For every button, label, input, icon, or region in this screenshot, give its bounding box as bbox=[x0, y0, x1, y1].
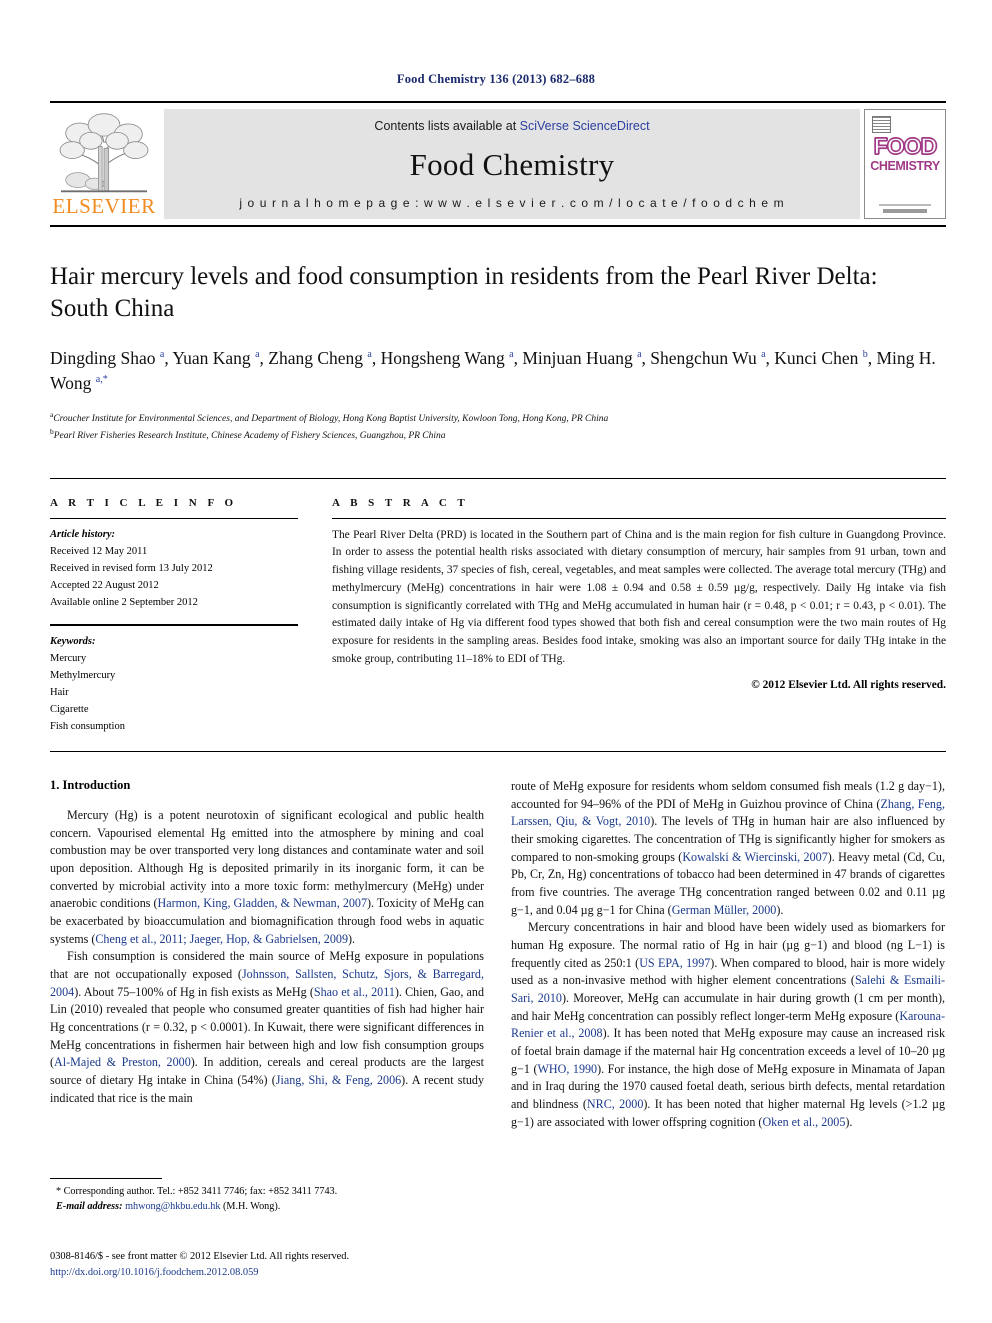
email-label: E-mail address: bbox=[56, 1201, 123, 1213]
running-head: Food Chemistry 136 (2013) 682–688 bbox=[396, 72, 596, 86]
info-rule-top bbox=[50, 517, 298, 519]
sciencedirect-link[interactable]: SciVerse ScienceDirect bbox=[520, 119, 650, 133]
elsevier-wordmark: ELSEVIER bbox=[52, 194, 156, 218]
journal-homepage[interactable]: j o u r n a l h o m e p a g e : w w w . … bbox=[239, 196, 784, 210]
history-online: Available online 2 September 2012 bbox=[50, 596, 198, 608]
keyword-item: Methylmercury bbox=[50, 670, 116, 682]
article-info-column: A R T I C L E I N F O Article history: R… bbox=[50, 497, 298, 736]
body-column-right: route of MeHg exposure for residents who… bbox=[511, 778, 945, 1131]
article-info-heading: A R T I C L E I N F O bbox=[50, 496, 238, 509]
corresponding-author-note: * Corresponding author. Tel.: +852 3411 … bbox=[56, 1186, 338, 1197]
body-column-left: 1. Introduction Mercury (Hg) is a potent… bbox=[50, 778, 484, 1131]
footnote-rule bbox=[50, 1178, 162, 1179]
keyword-item: Mercury bbox=[50, 653, 87, 665]
abstract-heading: A B S T R A C T bbox=[332, 496, 469, 509]
email-link[interactable]: mhwong@hkbu.edu.hk bbox=[125, 1201, 220, 1212]
affiliation-a: aCroucher Institute for Environmental Sc… bbox=[50, 409, 609, 424]
elsevier-tree-icon bbox=[57, 109, 151, 195]
cover-title-chemistry: CHEMISTRY bbox=[870, 158, 940, 173]
intro-paragraph-3: route of MeHg exposure for residents who… bbox=[511, 779, 946, 917]
abstract-rule bbox=[332, 517, 946, 519]
journal-masthead: ELSEVIER Contents lists available at Sci… bbox=[50, 101, 946, 227]
email-owner: (M.H. Wong). bbox=[223, 1201, 281, 1213]
body-columns: 1. Introduction Mercury (Hg) is a potent… bbox=[50, 778, 946, 1131]
abstract-copyright: © 2012 Elsevier Ltd. All rights reserved… bbox=[751, 678, 946, 691]
contents-available-line: Contents lists available at SciVerse Sci… bbox=[374, 119, 649, 133]
abstract-column: A B S T R A C T The Pearl River Delta (P… bbox=[332, 497, 946, 736]
journal-title: Food Chemistry bbox=[409, 147, 615, 182]
history-received: Received 12 May 2011 bbox=[50, 545, 148, 557]
article-history-label: Article history: bbox=[50, 528, 116, 540]
intro-paragraph-4: Mercury concentrations in hair and blood… bbox=[511, 920, 946, 1129]
doi-link[interactable]: http://dx.doi.org/10.1016/j.foodchem.201… bbox=[50, 1265, 510, 1281]
keywords-label: Keywords: bbox=[50, 635, 96, 647]
section-heading-introduction: 1. Introduction bbox=[50, 778, 131, 793]
cover-footer-marks bbox=[875, 204, 935, 213]
elsevier-logo: ELSEVIER bbox=[50, 109, 158, 219]
info-rule-mid bbox=[50, 623, 298, 626]
affiliations: aCroucher Institute for Environmental Sc… bbox=[50, 409, 946, 444]
intro-paragraph-2: Fish consumption is considered the main … bbox=[50, 949, 485, 1105]
email-note: E-mail address: mhwong@hkbu.edu.hk (M.H.… bbox=[50, 1199, 484, 1214]
abstract-text: The Pearl River Delta (PRD) is located i… bbox=[332, 528, 946, 666]
affiliation-b: bPearl River Fisheries Research Institut… bbox=[50, 427, 446, 442]
author-list: Dingding Shao a, Yuan Kang a, Zhang Chen… bbox=[50, 348, 936, 394]
intro-paragraph-1: Mercury (Hg) is a potent neurotoxin of s… bbox=[50, 808, 484, 946]
keyword-item: Cigarette bbox=[50, 704, 89, 716]
history-revised: Received in revised form 13 July 2012 bbox=[50, 562, 213, 574]
article-title: Hair mercury levels and food consumption… bbox=[50, 263, 878, 322]
journal-cover-thumbnail: FOOD CHEMISTRY bbox=[864, 109, 946, 219]
cover-publisher-badge-icon bbox=[872, 116, 891, 133]
masthead-center: Contents lists available at SciVerse Sci… bbox=[164, 109, 860, 219]
history-accepted: Accepted 22 August 2012 bbox=[50, 579, 159, 591]
info-abstract-band: A R T I C L E I N F O Article history: R… bbox=[50, 477, 946, 753]
paper-page: Food Chemistry 136 (2013) 682–688 ELSEVI… bbox=[0, 0, 992, 1323]
cover-title-food: FOOD bbox=[873, 133, 938, 159]
imprint-block: 0308-8146/$ - see front matter © 2012 El… bbox=[50, 1249, 510, 1281]
footnote-block: * Corresponding author. Tel.: +852 3411 … bbox=[50, 1178, 484, 1215]
issn-line: 0308-8146/$ - see front matter © 2012 El… bbox=[50, 1251, 350, 1262]
keyword-item: Fish consumption bbox=[50, 721, 125, 733]
keyword-item: Hair bbox=[50, 687, 69, 699]
contents-prefix: Contents lists available at bbox=[374, 119, 520, 133]
